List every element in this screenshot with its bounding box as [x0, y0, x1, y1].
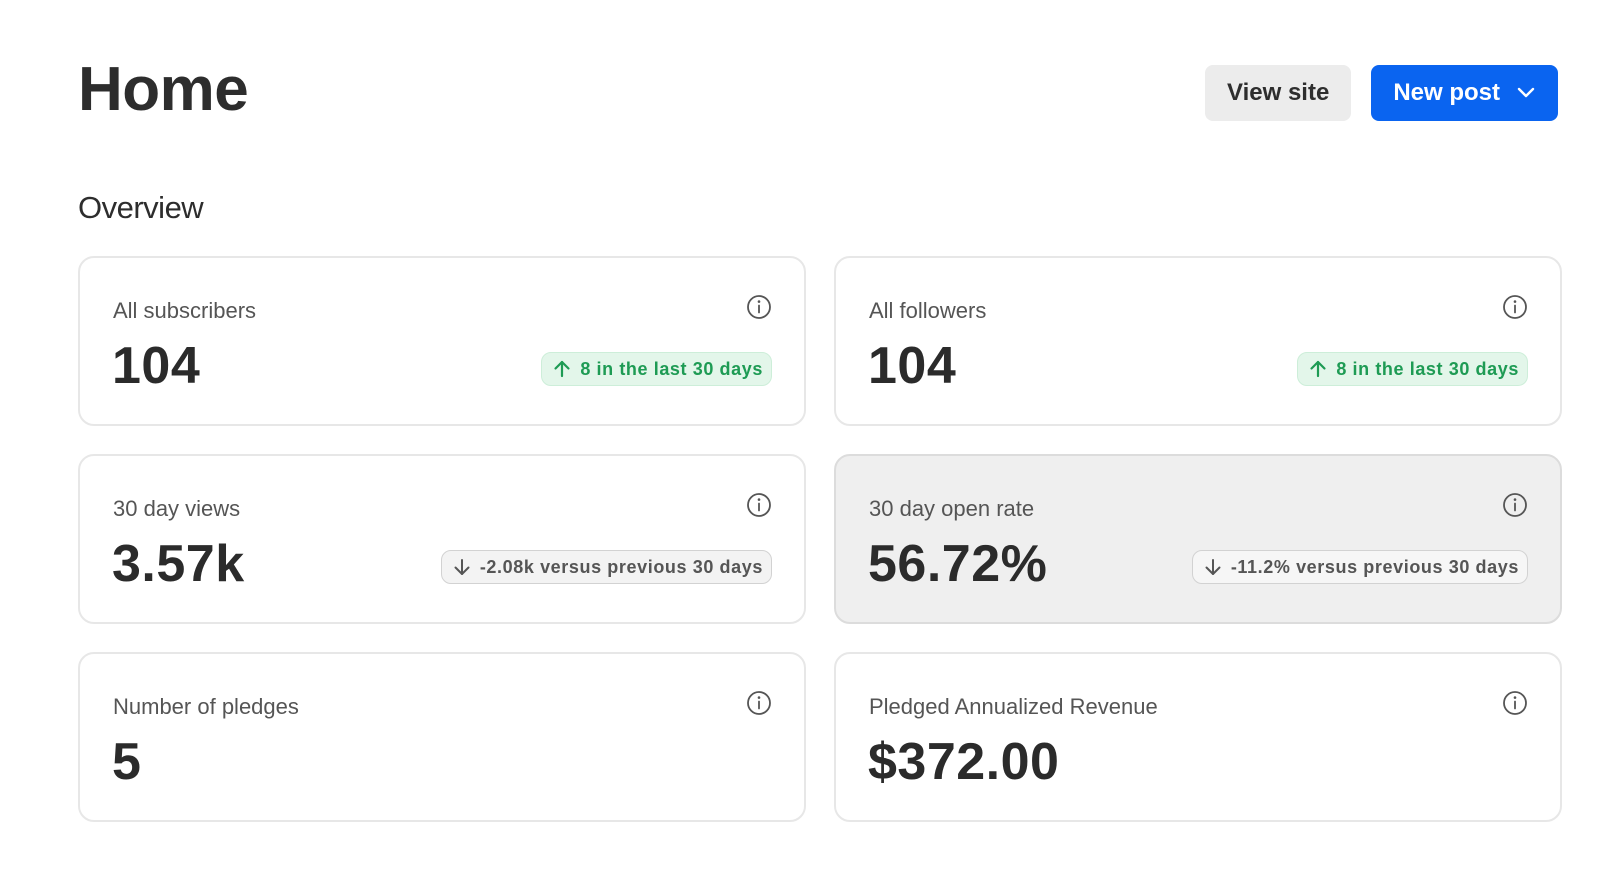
- view-site-button[interactable]: View site: [1205, 65, 1352, 121]
- stat-card-all-subscribers: All subscribers 104 8 in the last 30 day…: [78, 256, 806, 426]
- stat-card-value: 3.57k: [112, 535, 245, 593]
- stat-card-label: 30 day open rate: [869, 496, 1035, 521]
- trend-badge-text: -2.08k versus previous 30 days: [479, 556, 763, 577]
- info-circle-icon[interactable]: [1502, 492, 1528, 518]
- stat-card-label: All subscribers: [113, 298, 257, 323]
- info-circle-icon[interactable]: [746, 690, 772, 716]
- trend-badge-text: 8 in the last 30 days: [580, 358, 763, 379]
- arrow-up-icon: [552, 359, 572, 379]
- stat-card-value: 5: [112, 733, 142, 791]
- info-circle-icon[interactable]: [746, 294, 772, 320]
- trend-badge: -11.2% versus previous 30 days: [1191, 550, 1528, 584]
- stat-card-value: $372.00: [868, 733, 1060, 791]
- trend-badge: -2.08k versus previous 30 days: [440, 550, 772, 584]
- stat-card-all-followers: All followers 104 8 in the last 30 days: [834, 256, 1562, 426]
- stat-card-value: 104: [868, 337, 957, 395]
- stat-card-pledged-annualized-revenue: Pledged Annualized Revenue $372.00: [834, 652, 1562, 822]
- trend-badge-text: 8 in the last 30 days: [1336, 358, 1519, 379]
- overview-grid: All subscribers 104 8 in the last 30 day…: [78, 256, 1562, 822]
- info-circle-icon[interactable]: [746, 492, 772, 518]
- page-title: Home: [78, 55, 249, 124]
- arrow-down-icon: [1203, 557, 1223, 577]
- stat-card-number-of-pledges: Number of pledges 5: [78, 652, 806, 822]
- arrow-up-icon: [1308, 359, 1328, 379]
- stat-card-label: 30 day views: [113, 496, 241, 521]
- trend-badge: 8 in the last 30 days: [1297, 352, 1528, 386]
- stat-card-label: Number of pledges: [113, 694, 299, 719]
- trend-badge-text: -11.2% versus previous 30 days: [1230, 556, 1519, 577]
- header-actions: View site New post: [1205, 65, 1558, 121]
- overview-title: Overview: [78, 190, 204, 225]
- stat-card-label: All followers: [869, 298, 987, 323]
- stat-card-30-day-views: 30 day views 3.57k -2.08k versus previou…: [78, 454, 806, 624]
- new-post-label: New post: [1393, 79, 1500, 106]
- info-circle-icon[interactable]: [1502, 294, 1528, 320]
- info-circle-icon[interactable]: [1502, 690, 1528, 716]
- chevron-down-icon: [1516, 83, 1536, 103]
- new-post-button[interactable]: New post: [1371, 65, 1558, 121]
- stat-card-label: Pledged Annualized Revenue: [869, 694, 1158, 719]
- trend-badge: 8 in the last 30 days: [541, 352, 772, 386]
- arrow-down-icon: [452, 557, 472, 577]
- stat-card-value: 56.72%: [868, 535, 1048, 593]
- view-site-label: View site: [1227, 79, 1330, 106]
- stat-card-value: 104: [112, 337, 201, 395]
- stat-card-30-day-open-rate: 30 day open rate 56.72% -11.2% versus pr…: [834, 454, 1562, 624]
